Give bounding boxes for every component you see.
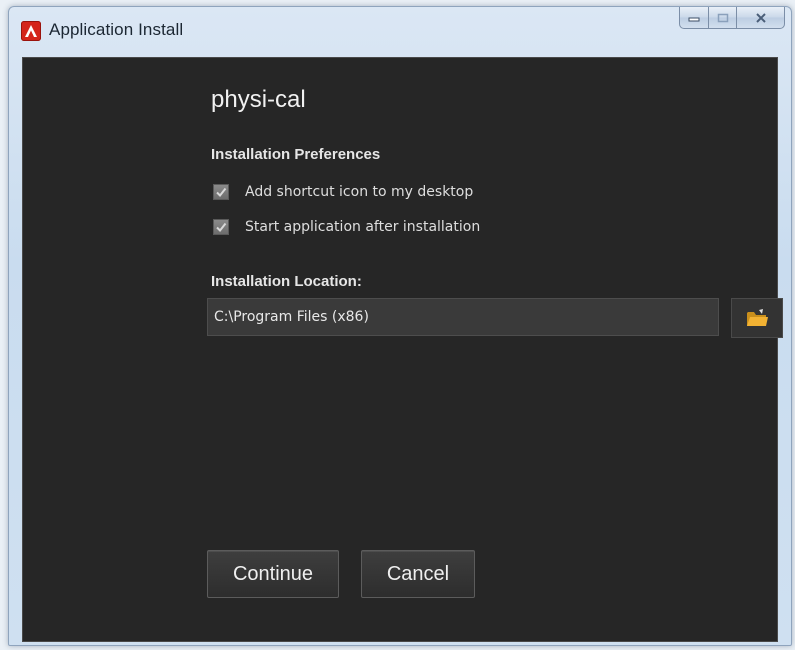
maximize-icon xyxy=(717,13,728,22)
title-bar[interactable]: Application Install xyxy=(9,7,791,51)
maximize-button[interactable] xyxy=(709,7,737,29)
preferences-heading: Installation Preferences xyxy=(211,146,381,163)
browse-folder-button[interactable] xyxy=(731,298,783,338)
close-button[interactable] xyxy=(737,7,785,29)
caption-buttons xyxy=(679,7,785,31)
installer-window: Application Install physi-cal Installati… xyxy=(8,6,792,646)
app-name: physi-cal xyxy=(211,86,306,113)
desktop-shortcut-label[interactable]: Add shortcut icon to my desktop xyxy=(245,184,473,200)
close-icon xyxy=(755,12,766,23)
checkmark-icon xyxy=(216,222,227,233)
start-after-install-checkbox[interactable] xyxy=(213,219,229,235)
cancel-button[interactable]: Cancel xyxy=(361,550,475,598)
minimize-button[interactable] xyxy=(679,7,709,29)
minimize-icon xyxy=(688,17,700,21)
location-heading: Installation Location: xyxy=(211,273,362,290)
install-path-input[interactable] xyxy=(207,298,719,336)
window-title: Application Install xyxy=(49,20,184,39)
start-after-install-option[interactable]: Start application after installation xyxy=(213,217,480,237)
installer-panel: physi-cal Installation Preferences Add s… xyxy=(22,57,783,642)
folder-icon xyxy=(747,309,768,326)
desktop-shortcut-option[interactable]: Add shortcut icon to my desktop xyxy=(213,182,473,202)
checkmark-icon xyxy=(216,187,227,198)
start-after-install-label[interactable]: Start application after installation xyxy=(245,219,480,235)
desktop-shortcut-checkbox[interactable] xyxy=(213,184,229,200)
adobe-air-icon xyxy=(21,21,41,41)
continue-button[interactable]: Continue xyxy=(207,550,339,598)
